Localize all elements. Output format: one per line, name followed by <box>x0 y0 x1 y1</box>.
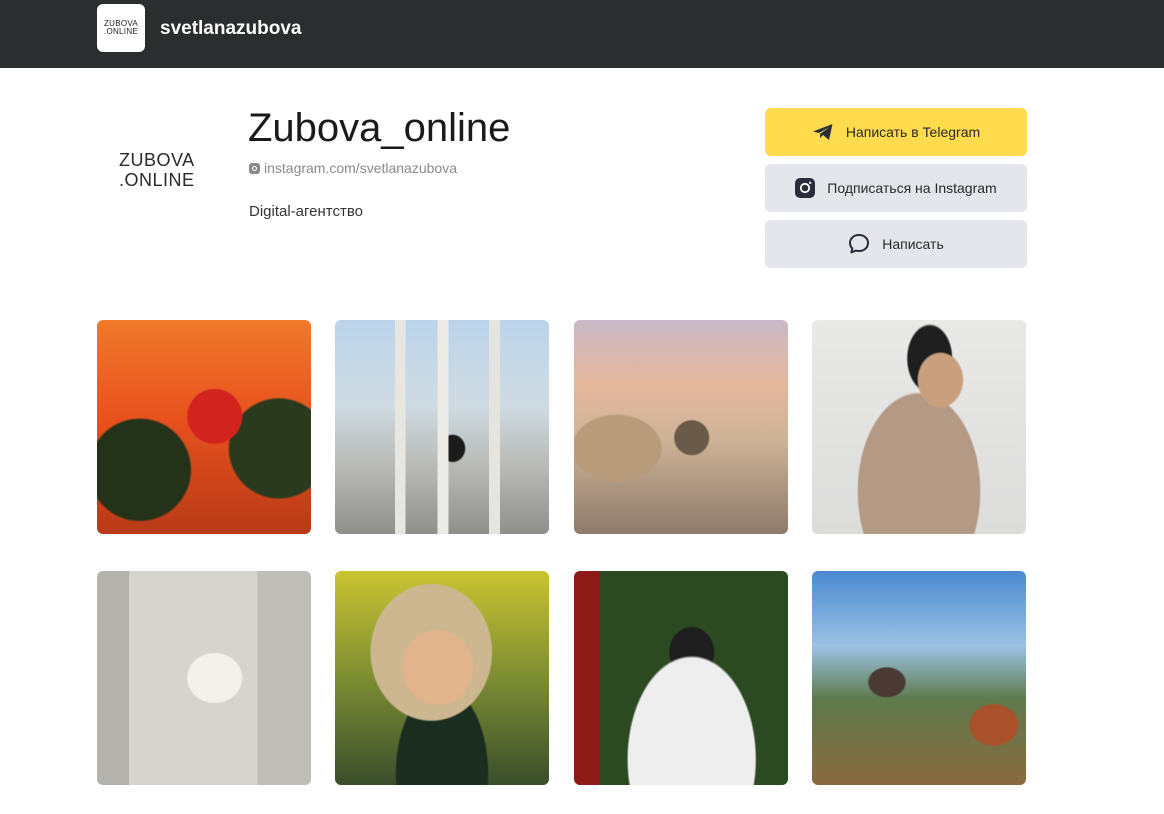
write-button-label: Написать <box>882 236 944 252</box>
photo-tile[interactable] <box>574 571 788 785</box>
instagram-icon <box>795 178 816 198</box>
header-brand-name[interactable]: svetlanazubova <box>160 18 302 40</box>
photo-tile[interactable] <box>335 320 549 534</box>
photo-tile[interactable] <box>812 571 1026 785</box>
profile-logo-line1: ZUBOVA <box>119 150 195 170</box>
photo-tile[interactable] <box>812 320 1026 534</box>
write-message-button[interactable]: Написать <box>765 220 1027 268</box>
photo-tile[interactable] <box>335 571 549 785</box>
profile-description: Digital-агентство <box>249 203 364 220</box>
telegram-message-button[interactable]: Написать в Telegram <box>765 108 1027 156</box>
photo-tile[interactable] <box>97 571 311 785</box>
profile-title: Zubova_online <box>248 106 511 150</box>
instagram-button-label: Подписаться на Instagram <box>827 180 997 196</box>
photo-tile[interactable] <box>574 320 788 534</box>
instagram-profile-link-text: instagram.com/svetlanazubova <box>264 160 457 176</box>
profile-logo: ZUBOVA .ONLINE <box>97 120 217 220</box>
telegram-button-label: Написать в Telegram <box>845 124 981 140</box>
instagram-follow-button[interactable]: Подписаться на Instagram <box>765 164 1027 212</box>
chat-bubble-icon <box>848 233 870 255</box>
telegram-icon <box>812 123 834 141</box>
instagram-profile-link[interactable]: instagram.com/svetlanazubova <box>249 160 457 176</box>
instagram-small-icon <box>249 162 260 174</box>
top-navigation-bar: ZUBOVA .ONLINE svetlanazubova <box>0 0 1164 68</box>
header-logo-line2: .ONLINE <box>103 27 139 36</box>
header-logo[interactable]: ZUBOVA .ONLINE <box>97 4 145 52</box>
profile-logo-line2: .ONLINE <box>119 170 195 190</box>
photo-tile[interactable] <box>97 320 311 534</box>
